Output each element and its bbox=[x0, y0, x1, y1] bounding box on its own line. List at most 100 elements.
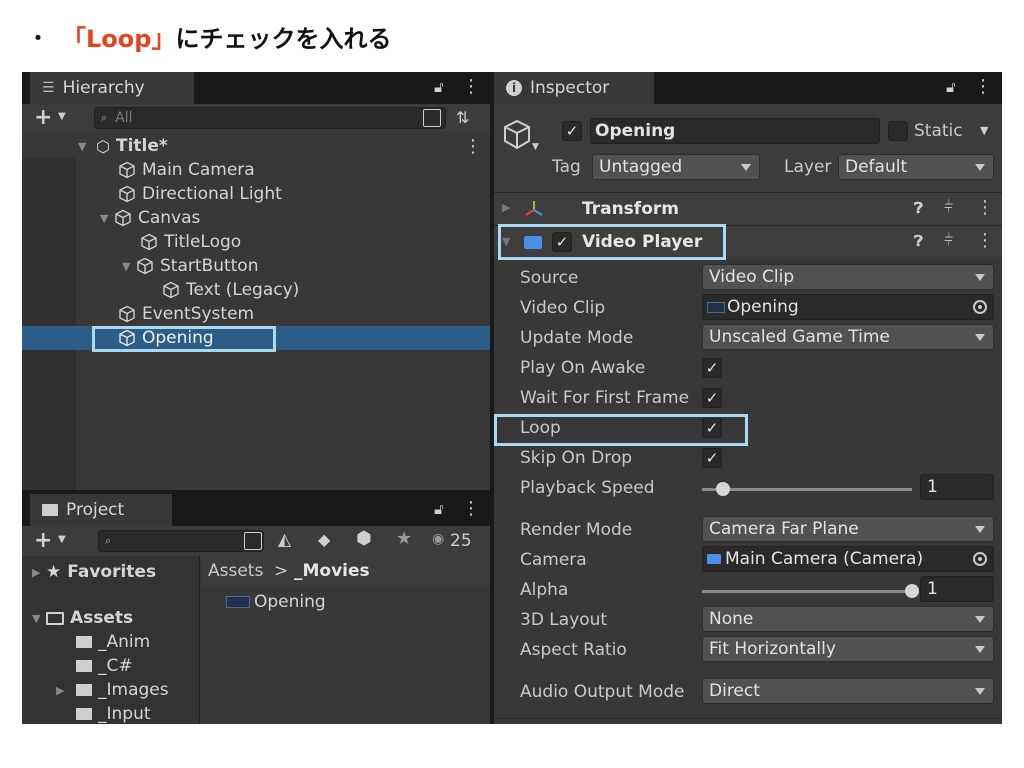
static-checkbox[interactable] bbox=[888, 121, 908, 141]
play-on-awake-checkbox[interactable]: ✓ bbox=[702, 358, 722, 378]
presets-icon[interactable]: ⫩ bbox=[944, 230, 953, 250]
lock-icon[interactable]: 🔓︎ bbox=[434, 500, 444, 518]
opening-highlight-box bbox=[92, 326, 276, 352]
item-label: Main Camera bbox=[142, 160, 255, 180]
hierarchy-search-input[interactable]: ⌕ All bbox=[94, 107, 446, 129]
video-clip-field[interactable]: Opening bbox=[702, 294, 994, 320]
active-checkbox[interactable]: ✓ bbox=[562, 121, 582, 141]
kebab-menu-icon[interactable]: ⋮ bbox=[974, 76, 992, 97]
help-icon[interactable]: ❓︎ bbox=[914, 199, 923, 217]
filter-by-type-icon[interactable]: ◭ bbox=[278, 530, 291, 550]
icon-dropdown-arrow[interactable]: ▼ bbox=[532, 142, 539, 152]
favorites-item[interactable]: ▶ ★ Favorites bbox=[32, 560, 156, 584]
hierarchy-item-eventsystem[interactable]: EventSystem bbox=[118, 302, 254, 326]
static-dropdown-icon[interactable]: ▼ bbox=[980, 124, 988, 137]
transform-header[interactable]: ▶ Transform ❓︎ ⫩ ⋮ bbox=[494, 192, 1002, 224]
lock-icon[interactable]: 🔓︎ bbox=[946, 78, 956, 96]
star-icon[interactable]: ★ bbox=[396, 528, 412, 549]
wait-first-frame-label: Wait For First Frame bbox=[520, 388, 690, 408]
eye-icon[interactable]: ◉ bbox=[432, 531, 444, 547]
component-menu-icon[interactable]: ⋮ bbox=[976, 230, 994, 251]
hierarchy-item-text-legacy[interactable]: Text (Legacy) bbox=[162, 278, 299, 302]
check-glyph: ✓ bbox=[705, 359, 719, 377]
search-icon: ⌕ bbox=[101, 111, 108, 124]
list-icon: ☰ bbox=[42, 80, 55, 96]
gameobject-cube-icon bbox=[119, 305, 135, 323]
favorites-label: Favorites bbox=[67, 562, 157, 582]
chevron-down-icon[interactable]: ▼ bbox=[58, 111, 66, 122]
object-picker-icon[interactable] bbox=[973, 300, 987, 314]
breadcrumb: Assets > _Movies bbox=[202, 556, 490, 586]
wait-first-frame-checkbox[interactable]: ✓ bbox=[702, 388, 722, 408]
alpha-knob[interactable] bbox=[905, 584, 919, 598]
playback-speed-value: 1 bbox=[927, 477, 938, 497]
hierarchy-item-startbutton[interactable]: ▼ StartButton bbox=[122, 254, 258, 278]
loop-highlight-box bbox=[494, 414, 748, 446]
aspect-ratio-value: Fit Horizontally bbox=[709, 639, 836, 659]
gameobject-cube-icon bbox=[119, 185, 135, 203]
breadcrumb-movies[interactable]: _Movies bbox=[294, 561, 370, 581]
assets-item[interactable]: ▼ Assets bbox=[32, 606, 133, 630]
alpha-track[interactable] bbox=[702, 590, 912, 593]
render-mode-dropdown[interactable]: Camera Far Plane bbox=[702, 516, 994, 542]
scene-row[interactable]: ▼ ⬡ Title* bbox=[78, 134, 168, 158]
project-search-input[interactable]: ⌕ bbox=[98, 530, 264, 552]
expand-arrow-icon[interactable]: ▼ bbox=[122, 260, 136, 273]
object-picker-icon[interactable] bbox=[973, 552, 987, 566]
caret-icon bbox=[975, 616, 985, 623]
lock-icon[interactable]: 🔓︎ bbox=[434, 78, 444, 96]
collapse-arrow-icon[interactable]: ▶ bbox=[502, 201, 510, 214]
presets-icon[interactable]: ⫩ bbox=[944, 197, 953, 217]
component-menu-icon[interactable]: ⋮ bbox=[976, 197, 994, 218]
collapse-arrow-icon[interactable]: ▶ bbox=[56, 684, 76, 697]
object-name-field[interactable]: Opening bbox=[590, 118, 880, 144]
add-icon[interactable]: + bbox=[34, 528, 52, 553]
camera-field[interactable]: Main Camera (Camera) bbox=[702, 546, 994, 572]
playback-speed-input[interactable]: 1 bbox=[920, 474, 994, 500]
tag-dropdown[interactable]: Untagged bbox=[592, 154, 760, 180]
asset-item-opening[interactable]: Opening bbox=[226, 590, 326, 614]
sort-icon[interactable]: ⇅ bbox=[456, 108, 469, 127]
expand-arrow-icon[interactable]: ▼ bbox=[100, 212, 114, 225]
render-mode-label: Render Mode bbox=[520, 520, 633, 540]
playback-speed-track[interactable] bbox=[702, 488, 912, 491]
search-filter-icon[interactable] bbox=[244, 532, 262, 550]
filter-by-label-icon[interactable]: ◆ bbox=[318, 530, 330, 549]
audio-output-dropdown[interactable]: Direct bbox=[702, 678, 994, 704]
help-icon[interactable]: ❓︎ bbox=[914, 232, 923, 250]
folder-label: _Images bbox=[98, 680, 169, 700]
search-filter-icon[interactable] bbox=[423, 109, 441, 127]
gameobject-cube-icon bbox=[504, 119, 530, 150]
alpha-input[interactable]: 1 bbox=[920, 576, 994, 602]
update-mode-dropdown[interactable]: Unscaled Game Time bbox=[702, 324, 994, 350]
aspect-ratio-dropdown[interactable]: Fit Horizontally bbox=[702, 636, 994, 662]
tab-inspector[interactable]: i Inspector bbox=[494, 72, 654, 104]
hierarchy-item-directional-light[interactable]: Directional Light bbox=[118, 182, 282, 206]
hierarchy-item-canvas[interactable]: ▼ Canvas bbox=[100, 206, 200, 230]
tab-project[interactable]: Project bbox=[30, 494, 172, 526]
folder-item-input[interactable]: _Input bbox=[76, 702, 151, 726]
chevron-down-icon[interactable]: ▼ bbox=[58, 534, 66, 545]
asset-label: Opening bbox=[254, 592, 326, 612]
add-icon[interactable]: + bbox=[34, 105, 52, 130]
hierarchy-item-main-camera[interactable]: Main Camera bbox=[118, 158, 255, 182]
layer-dropdown[interactable]: Default bbox=[838, 154, 994, 180]
folder-item-csharp[interactable]: _C# bbox=[76, 654, 133, 678]
object-header: ▼ ✓ Opening Static ▼ Tag Untagged Layer … bbox=[494, 104, 1002, 200]
folder-item-anim[interactable]: _Anim bbox=[76, 630, 150, 654]
expand-arrow-icon[interactable]: ▼ bbox=[78, 140, 92, 153]
scene-menu-icon[interactable]: ⋮ bbox=[464, 136, 482, 157]
folder-item-images[interactable]: ▶ _Images bbox=[56, 678, 169, 702]
layout-3d-dropdown[interactable]: None bbox=[702, 606, 994, 632]
source-dropdown[interactable]: Video Clip bbox=[702, 264, 994, 290]
kebab-menu-icon[interactable]: ⋮ bbox=[462, 76, 480, 97]
warning-filter-icon[interactable]: ⬢ bbox=[356, 528, 372, 549]
collapse-arrow-icon[interactable]: ▶ bbox=[32, 566, 46, 579]
expand-arrow-icon[interactable]: ▼ bbox=[32, 612, 46, 625]
playback-speed-knob[interactable] bbox=[716, 482, 730, 496]
breadcrumb-assets[interactable]: Assets bbox=[208, 561, 263, 581]
tab-hierarchy[interactable]: ☰ Hierarchy bbox=[30, 72, 194, 104]
hierarchy-item-titlelogo[interactable]: TitleLogo bbox=[140, 230, 241, 254]
skip-on-drop-checkbox[interactable]: ✓ bbox=[702, 448, 722, 468]
kebab-menu-icon[interactable]: ⋮ bbox=[462, 498, 480, 519]
